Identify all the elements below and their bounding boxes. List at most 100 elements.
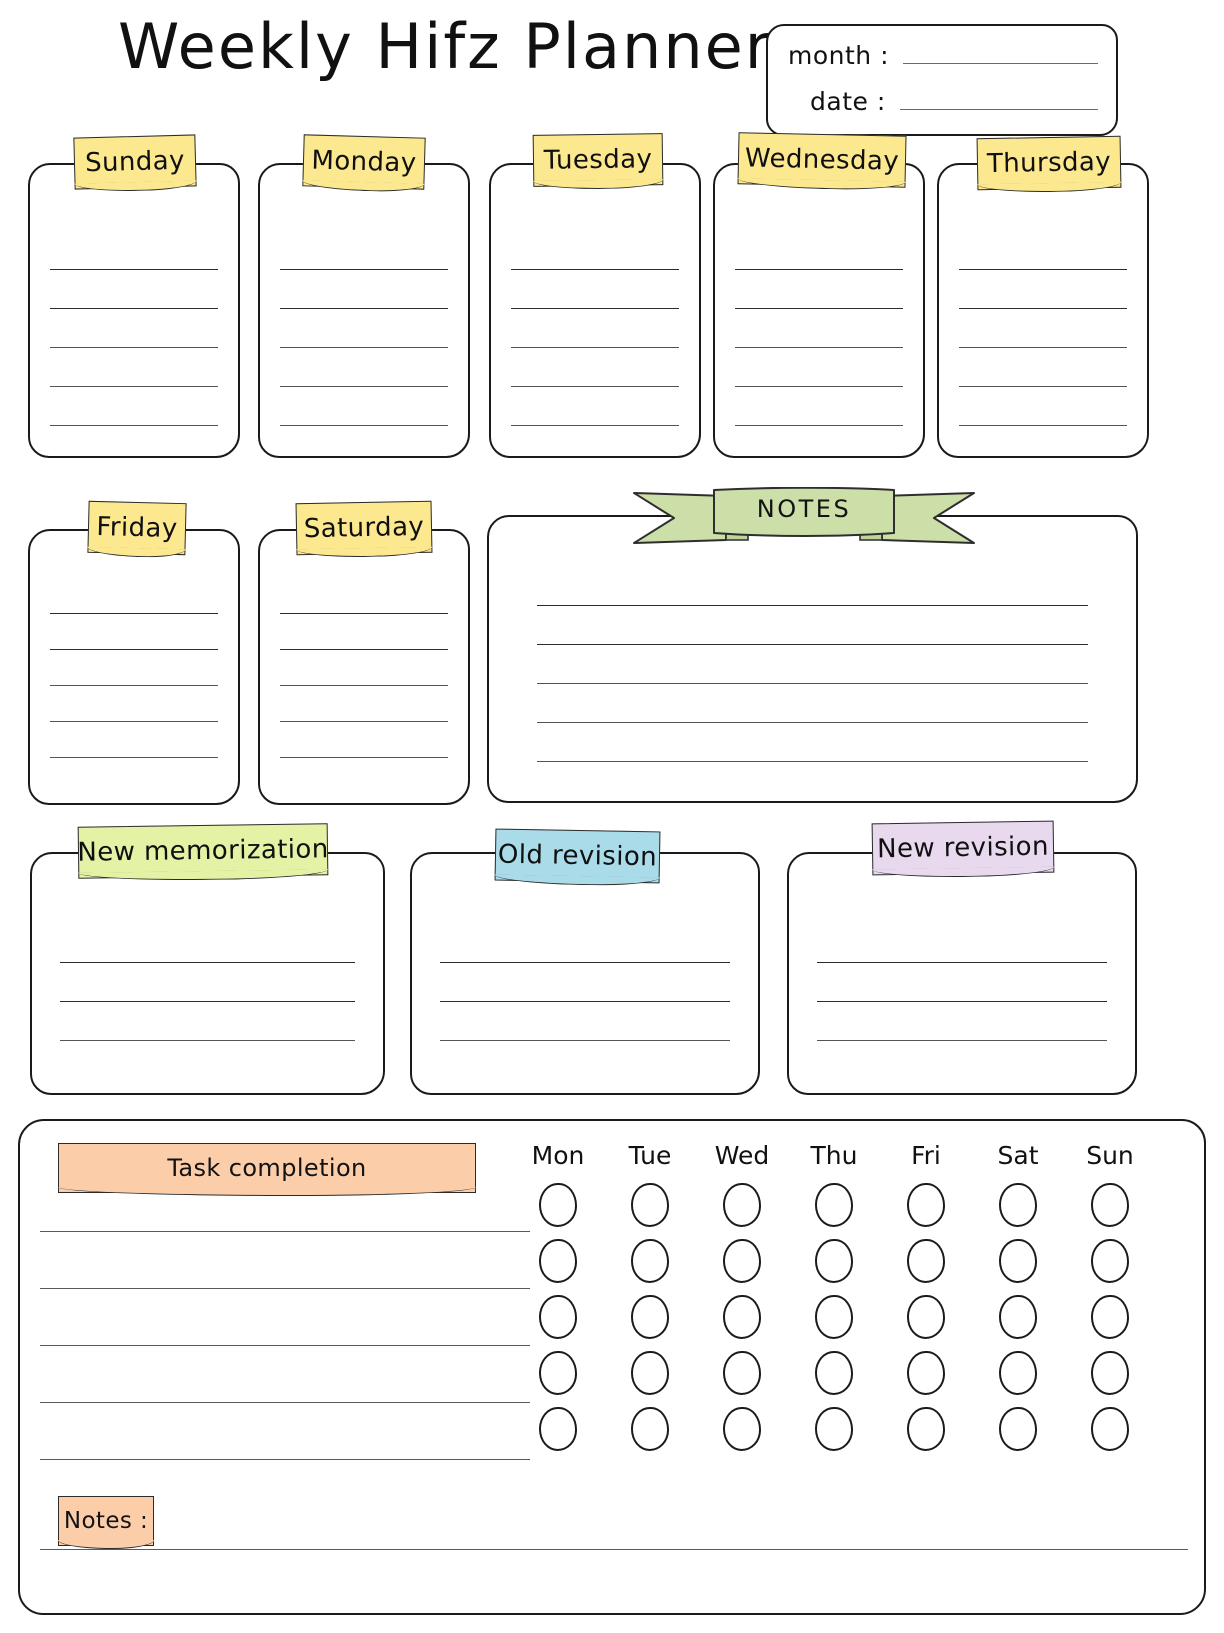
write-line[interactable] — [511, 347, 679, 348]
completion-circle-sun-row1[interactable] — [1091, 1183, 1129, 1227]
completion-circle-sun-row5[interactable] — [1091, 1407, 1129, 1451]
write-line[interactable] — [60, 1001, 355, 1002]
completion-circle-tue-row5[interactable] — [631, 1407, 669, 1451]
day-card-saturday[interactable] — [258, 529, 470, 805]
write-line[interactable] — [280, 347, 448, 348]
write-line[interactable] — [280, 649, 448, 650]
write-line[interactable] — [817, 1001, 1107, 1002]
completion-circle-sat-row2[interactable] — [999, 1239, 1037, 1283]
completion-circle-thu-row3[interactable] — [815, 1295, 853, 1339]
write-line[interactable] — [511, 425, 679, 426]
write-line[interactable] — [280, 425, 448, 426]
completion-circle-mon-row1[interactable] — [539, 1183, 577, 1227]
completion-circle-thu-row5[interactable] — [815, 1407, 853, 1451]
write-line[interactable] — [817, 1040, 1107, 1041]
completion-circle-tue-row1[interactable] — [631, 1183, 669, 1227]
write-line[interactable] — [280, 613, 448, 614]
category-card-new-memorization[interactable] — [30, 852, 385, 1095]
notes-write-line[interactable] — [40, 1549, 1188, 1550]
write-line[interactable] — [50, 721, 218, 722]
completion-circle-tue-row4[interactable] — [631, 1351, 669, 1395]
write-line[interactable] — [280, 685, 448, 686]
completion-circle-sat-row5[interactable] — [999, 1407, 1037, 1451]
category-card-new-revision[interactable] — [787, 852, 1137, 1095]
write-line[interactable] — [50, 757, 218, 758]
write-line[interactable] — [511, 308, 679, 309]
write-line[interactable] — [50, 308, 218, 309]
completion-circle-thu-row1[interactable] — [815, 1183, 853, 1227]
write-line[interactable] — [440, 962, 730, 963]
write-line[interactable] — [537, 644, 1088, 645]
completion-circle-wed-row2[interactable] — [723, 1239, 761, 1283]
task-completion-lines[interactable] — [40, 1231, 530, 1516]
write-line[interactable] — [959, 308, 1127, 309]
write-line[interactable] — [280, 757, 448, 758]
write-line[interactable] — [511, 269, 679, 270]
completion-circle-wed-row3[interactable] — [723, 1295, 761, 1339]
day-card-friday[interactable] — [28, 529, 240, 805]
category-card-old-revision[interactable] — [410, 852, 760, 1095]
write-line[interactable] — [50, 269, 218, 270]
day-card-monday[interactable] — [258, 163, 470, 458]
write-line[interactable] — [537, 605, 1088, 606]
task-notes-line[interactable] — [40, 1549, 1188, 1550]
write-line[interactable] — [735, 425, 903, 426]
write-line[interactable] — [50, 685, 218, 686]
write-line[interactable] — [50, 386, 218, 387]
completion-circle-thu-row2[interactable] — [815, 1239, 853, 1283]
completion-circle-thu-row4[interactable] — [815, 1351, 853, 1395]
completion-circle-sun-row4[interactable] — [1091, 1351, 1129, 1395]
write-line[interactable] — [959, 347, 1127, 348]
day-card-wednesday[interactable] — [713, 163, 925, 458]
completion-circle-fri-row5[interactable] — [907, 1407, 945, 1451]
write-line[interactable] — [280, 386, 448, 387]
write-line[interactable] — [50, 613, 218, 614]
write-line[interactable] — [60, 962, 355, 963]
write-line[interactable] — [959, 269, 1127, 270]
completion-circle-mon-row3[interactable] — [539, 1295, 577, 1339]
completion-circle-mon-row2[interactable] — [539, 1239, 577, 1283]
month-input[interactable] — [903, 40, 1098, 64]
write-line[interactable] — [735, 269, 903, 270]
write-line[interactable] — [735, 347, 903, 348]
completion-circle-mon-row5[interactable] — [539, 1407, 577, 1451]
completion-circle-sat-row3[interactable] — [999, 1295, 1037, 1339]
task-write-line[interactable] — [40, 1459, 530, 1460]
completion-circle-tue-row2[interactable] — [631, 1239, 669, 1283]
write-line[interactable] — [959, 386, 1127, 387]
write-line[interactable] — [537, 722, 1088, 723]
write-line[interactable] — [537, 761, 1088, 762]
completion-circle-fri-row4[interactable] — [907, 1351, 945, 1395]
day-card-tuesday[interactable] — [489, 163, 701, 458]
task-write-line[interactable] — [40, 1288, 530, 1289]
task-write-line[interactable] — [40, 1345, 530, 1346]
day-card-sunday[interactable] — [28, 163, 240, 458]
write-line[interactable] — [50, 425, 218, 426]
write-line[interactable] — [50, 347, 218, 348]
completion-circle-sun-row2[interactable] — [1091, 1239, 1129, 1283]
write-line[interactable] — [280, 308, 448, 309]
write-line[interactable] — [735, 386, 903, 387]
write-line[interactable] — [959, 425, 1127, 426]
task-write-line[interactable] — [40, 1402, 530, 1403]
completion-circle-sat-row1[interactable] — [999, 1183, 1037, 1227]
notes-card[interactable] — [487, 515, 1138, 803]
date-input[interactable] — [899, 86, 1098, 110]
completion-circle-mon-row4[interactable] — [539, 1351, 577, 1395]
write-line[interactable] — [280, 269, 448, 270]
write-line[interactable] — [60, 1040, 355, 1041]
completion-circle-fri-row2[interactable] — [907, 1239, 945, 1283]
write-line[interactable] — [537, 683, 1088, 684]
completion-circle-fri-row1[interactable] — [907, 1183, 945, 1227]
write-line[interactable] — [511, 386, 679, 387]
write-line[interactable] — [50, 649, 218, 650]
completion-circle-sun-row3[interactable] — [1091, 1295, 1129, 1339]
write-line[interactable] — [817, 962, 1107, 963]
write-line[interactable] — [440, 1001, 730, 1002]
completion-circle-wed-row5[interactable] — [723, 1407, 761, 1451]
day-card-thursday[interactable] — [937, 163, 1149, 458]
write-line[interactable] — [735, 308, 903, 309]
completion-circle-sat-row4[interactable] — [999, 1351, 1037, 1395]
completion-circle-fri-row3[interactable] — [907, 1295, 945, 1339]
completion-circle-wed-row1[interactable] — [723, 1183, 761, 1227]
